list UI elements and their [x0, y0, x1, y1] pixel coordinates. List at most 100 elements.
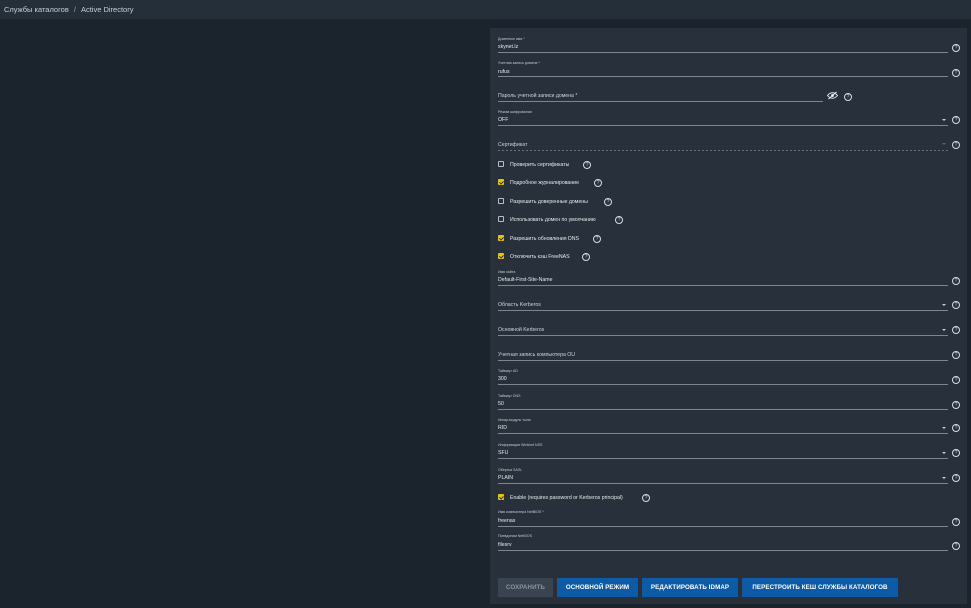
dns-timeout-field[interactable]: Таймаут DNS 50 ?	[498, 392, 960, 410]
help-icon[interactable]: ?	[642, 494, 650, 502]
sasl-wrapping-select[interactable]: Обертка SASL PLAIN ?	[498, 466, 960, 484]
checkbox[interactable]	[498, 198, 504, 204]
rebuild-cache-button[interactable]: ПЕРЕСТРОИТЬ КЕШ СЛУЖБЫ КАТАЛОГОВ	[742, 578, 898, 597]
checkbox-label: Отключить кэш FreeNAS	[510, 254, 570, 260]
help-icon[interactable]: ?	[594, 179, 602, 187]
checkbox[interactable]	[498, 179, 504, 185]
underline	[498, 360, 948, 361]
certificate-select[interactable]: Сертификат ?	[498, 135, 960, 153]
help-icon[interactable]: ?	[952, 542, 960, 550]
domain-password-field[interactable]: Пароль учетной записи домена * ?	[498, 86, 960, 104]
breadcrumb-current: Active Directory	[80, 5, 134, 14]
caret-down-icon[interactable]	[942, 477, 946, 479]
verbose-logging-checkbox[interactable]: Подробное журналирование ?	[498, 179, 960, 187]
validate-certificates-checkbox[interactable]: Проверить сертификаты ?	[498, 161, 960, 169]
winbind-nss-value[interactable]: SFU	[498, 450, 508, 456]
caret-down-icon[interactable]	[942, 329, 946, 331]
winbind-nss-select[interactable]: Информация Winbind NSS SFU ?	[498, 441, 960, 459]
domain-password-placeholder[interactable]: Пароль учетной записи домена *	[498, 93, 577, 99]
encryption-mode-label: Режим шифрования	[498, 110, 532, 114]
help-icon[interactable]: ?	[952, 69, 960, 77]
ad-timeout-field[interactable]: Таймаут AD 300 ?	[498, 367, 960, 385]
help-icon[interactable]: ?	[604, 198, 612, 206]
help-icon[interactable]: ?	[952, 326, 960, 334]
enable-checkbox[interactable]: Enable (requires password or Kerberos pr…	[498, 494, 960, 502]
kerberos-realm-placeholder[interactable]: Область Kerberos	[498, 302, 541, 308]
netbios-name-label: Имя компьютера NetBIOS *	[498, 510, 544, 514]
caret-down-icon[interactable]	[942, 452, 946, 454]
netbios-alias-field[interactable]: Псевдоним NetBIOS filesrv ?	[498, 533, 960, 551]
netbios-name-value[interactable]: freenas	[498, 518, 515, 524]
domain-name-value[interactable]: skynet.lz	[498, 44, 518, 50]
idmap-backend-value[interactable]: RID	[498, 425, 507, 431]
site-name-value[interactable]: Default-First-Site-Name	[498, 277, 552, 283]
underline	[498, 384, 948, 385]
help-icon[interactable]: ?	[952, 518, 960, 526]
help-icon[interactable]: ?	[582, 253, 590, 261]
help-icon[interactable]: ?	[952, 401, 960, 409]
site-name-field[interactable]: Имя сайта Default-First-Site-Name ?	[498, 268, 960, 286]
idmap-backend-select[interactable]: Idmap-модуль тыла RID ?	[498, 416, 960, 434]
computer-account-ou-field[interactable]: Учетная запись компьютера OU ?	[498, 348, 960, 362]
certificate-placeholder[interactable]: Сертификат	[498, 142, 527, 148]
allow-dns-updates-checkbox[interactable]: Разрешить обновления DNS ?	[498, 235, 960, 243]
encryption-mode-select[interactable]: Режим шифрования OFF ?	[498, 108, 960, 126]
underline	[498, 335, 948, 336]
underline	[498, 526, 948, 527]
kerberos-principal-placeholder[interactable]: Основной Kerberos	[498, 327, 544, 333]
help-icon[interactable]: ?	[952, 449, 960, 457]
underline	[498, 409, 948, 410]
help-icon[interactable]: ?	[952, 474, 960, 482]
dns-timeout-value[interactable]: 50	[498, 401, 504, 407]
checkbox-label: Проверить сертификаты	[510, 162, 570, 168]
help-icon[interactable]: ?	[952, 424, 960, 432]
allow-trusted-domains-checkbox[interactable]: Разрешить доверенные домены ?	[498, 198, 960, 206]
checkbox[interactable]	[498, 235, 504, 241]
help-icon[interactable]: ?	[593, 235, 601, 243]
computer-account-ou-placeholder[interactable]: Учетная запись компьютера OU	[498, 352, 575, 358]
breadcrumb-separator: /	[73, 5, 76, 14]
help-icon[interactable]: ?	[952, 141, 960, 149]
checkbox[interactable]	[498, 494, 504, 500]
checkbox[interactable]	[498, 253, 504, 259]
breadcrumb: Службы каталогов / Active Directory	[4, 5, 133, 14]
use-default-domain-checkbox[interactable]: Использовать домен по умолчанию ?	[498, 216, 960, 224]
caret-down-icon[interactable]	[942, 119, 946, 121]
checkbox[interactable]	[498, 216, 504, 222]
domain-name-label: Доменное имя *	[498, 37, 525, 41]
help-icon[interactable]: ?	[952, 277, 960, 285]
domain-account-label: Учетная запись домена *	[498, 61, 540, 65]
edit-idmap-button[interactable]: РЕДАКТИРОВАТЬ IDMAP	[642, 578, 738, 597]
breadcrumb-root[interactable]: Службы каталогов	[4, 5, 69, 14]
kerberos-principal-select[interactable]: Основной Kerberos ?	[498, 323, 960, 337]
underline	[498, 76, 948, 77]
sasl-wrapping-label: Обертка SASL	[498, 468, 523, 472]
sasl-wrapping-value[interactable]: PLAIN	[498, 475, 513, 481]
save-button[interactable]: СОХРАНИТЬ	[498, 578, 553, 597]
help-icon[interactable]: ?	[844, 93, 852, 101]
disable-freenas-cache-checkbox[interactable]: Отключить кэш FreeNAS ?	[498, 253, 960, 261]
ad-timeout-value[interactable]: 300	[498, 376, 507, 382]
eye-off-icon[interactable]	[827, 91, 838, 100]
domain-account-value[interactable]: rufus	[498, 69, 510, 75]
dns-timeout-label: Таймаут DNS	[498, 394, 521, 398]
netbios-alias-value[interactable]: filesrv	[498, 542, 512, 548]
caret-down-icon[interactable]	[942, 143, 946, 145]
checkbox-label: Использовать домен по умолчанию	[510, 217, 596, 223]
checkbox[interactable]	[498, 161, 504, 167]
kerberos-realm-select[interactable]: Область Kerberos ?	[498, 298, 960, 312]
help-icon[interactable]: ?	[952, 301, 960, 309]
help-icon[interactable]: ?	[952, 376, 960, 384]
help-icon[interactable]: ?	[615, 216, 623, 224]
domain-name-field[interactable]: Доменное имя * skynet.lz ?	[498, 36, 960, 54]
domain-account-field[interactable]: Учетная запись домена * rufus ?	[498, 61, 960, 79]
help-icon[interactable]: ?	[952, 116, 960, 124]
help-icon[interactable]: ?	[583, 161, 591, 169]
help-icon[interactable]: ?	[952, 351, 960, 359]
caret-down-icon[interactable]	[942, 427, 946, 429]
encryption-mode-value[interactable]: OFF	[498, 117, 508, 123]
help-icon[interactable]: ?	[952, 44, 960, 52]
netbios-name-field[interactable]: Имя компьютера NetBIOS * freenas ?	[498, 508, 960, 527]
basic-mode-button[interactable]: ОСНОВНОЙ РЕЖИМ	[557, 578, 638, 597]
caret-down-icon[interactable]	[942, 304, 946, 306]
